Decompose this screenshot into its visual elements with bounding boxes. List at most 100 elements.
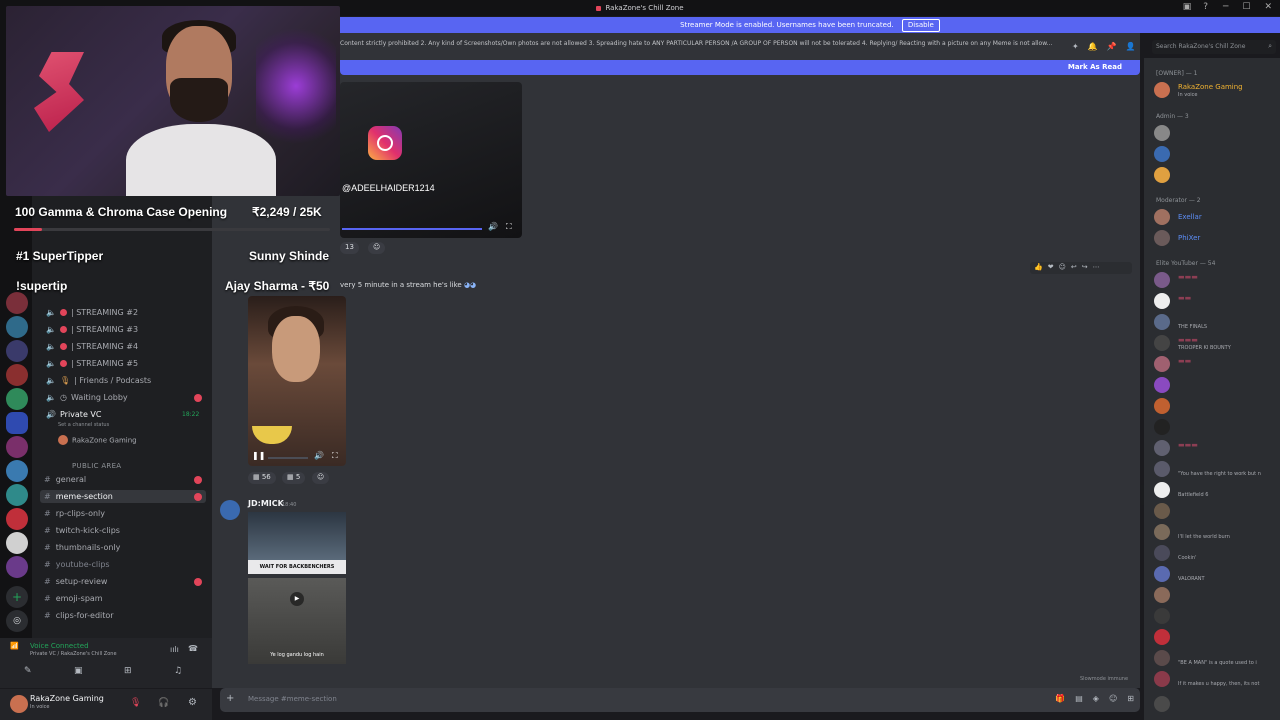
voice-channel[interactable]: 🔈 ◷ Waiting Lobby bbox=[46, 393, 128, 402]
channel-general[interactable]: # general bbox=[44, 475, 86, 484]
fullscreen-icon[interactable]: ⛶ bbox=[332, 451, 338, 461]
member-item[interactable] bbox=[1154, 398, 1278, 416]
voice-connected-subtitle[interactable]: Private VC / RakaZone's Chill Zone bbox=[30, 651, 117, 657]
disable-streamer-mode-button[interactable]: Disable bbox=[901, 19, 940, 32]
member-item[interactable]: ▬▬▬ TROOPER KI BOUNTY bbox=[1154, 335, 1278, 353]
member-item[interactable] bbox=[1154, 503, 1278, 521]
message-author[interactable]: JD:MICK bbox=[248, 499, 284, 508]
signal-icon[interactable]: 📶 bbox=[10, 642, 19, 650]
member-item[interactable]: ▬▬ bbox=[1154, 293, 1278, 311]
voice-member[interactable]: RakaZone Gaming bbox=[58, 435, 137, 445]
member-item[interactable]: PhiXer bbox=[1154, 230, 1278, 248]
voice-channel[interactable]: 🔈 | STREAMING #5 bbox=[46, 359, 138, 368]
server-icon[interactable] bbox=[6, 316, 28, 338]
gif-icon[interactable]: ▤ bbox=[1075, 694, 1083, 703]
video-embed[interactable]: @ADEELHAIDER1214 🔊 ⛶ bbox=[340, 82, 522, 238]
server-icon[interactable] bbox=[6, 364, 28, 386]
avatar[interactable] bbox=[220, 500, 240, 520]
help-icon[interactable]: ? bbox=[1203, 2, 1208, 12]
channel-status[interactable]: Set a channel status bbox=[58, 422, 109, 428]
deafen-icon[interactable]: 🎧 bbox=[158, 698, 169, 708]
member-item[interactable]: THE FINALS bbox=[1154, 314, 1278, 332]
forward-icon[interactable]: ↪ bbox=[1082, 263, 1088, 273]
server-icon[interactable] bbox=[6, 340, 28, 362]
minimize-icon[interactable]: ─ bbox=[1223, 2, 1228, 12]
activities-icon[interactable]: ⊞ bbox=[124, 666, 132, 676]
search-input[interactable]: Search RakaZone's Chill Zone ⌕ bbox=[1152, 40, 1276, 54]
channel-thumbnails-only[interactable]: # thumbnails-only bbox=[44, 543, 120, 552]
channel-topic[interactable]: Content strictly prohibited 2. Any kind … bbox=[340, 40, 1068, 52]
voice-channel[interactable]: 🔈 | STREAMING #3 bbox=[46, 325, 138, 334]
channel-setup-review[interactable]: # setup-review bbox=[44, 577, 107, 586]
camera-icon[interactable]: ✎ bbox=[24, 666, 32, 676]
gift-icon[interactable]: 🎁 bbox=[1055, 694, 1065, 703]
member-item[interactable]: RakaZone Gaming In voice bbox=[1154, 82, 1278, 100]
member-item[interactable] bbox=[1154, 608, 1278, 626]
discover-icon[interactable]: ◎ bbox=[6, 610, 28, 632]
channel-youtube-clips[interactable]: # youtube-clips bbox=[44, 560, 110, 569]
category-public-area[interactable]: PUBLIC AREA bbox=[72, 462, 121, 470]
video-embed[interactable]: ❚❚ 🔊 ⛶ bbox=[248, 296, 346, 466]
close-icon[interactable]: ✕ bbox=[1264, 2, 1272, 12]
mute-icon[interactable]: 🎙 bbox=[130, 698, 141, 708]
notification-bell-icon[interactable]: 🔔 bbox=[1088, 42, 1098, 51]
member-item[interactable]: Battlefield 6 bbox=[1154, 482, 1278, 500]
voice-channel[interactable]: 🔈 🎙 | Friends / Podcasts bbox=[46, 376, 151, 385]
inbox-icon[interactable]: ▣ bbox=[1183, 2, 1192, 12]
member-item[interactable] bbox=[1154, 587, 1278, 605]
server-icon[interactable] bbox=[6, 412, 28, 434]
member-list-icon[interactable]: 👤 bbox=[1126, 42, 1136, 51]
volume-icon[interactable]: 🔊 bbox=[314, 451, 324, 460]
member-item[interactable]: ▬▬ bbox=[1154, 356, 1278, 374]
server-icon[interactable] bbox=[6, 292, 28, 314]
member-item[interactable]: I'll let the world burn bbox=[1154, 524, 1278, 542]
heart-icon[interactable]: ❤ bbox=[1048, 263, 1054, 273]
username[interactable]: RakaZone Gaming bbox=[30, 694, 104, 703]
screen-share-icon[interactable]: ▣ bbox=[74, 666, 83, 676]
noise-suppression-icon[interactable]: ıılı bbox=[170, 645, 179, 654]
member-item[interactable]: Cookin' bbox=[1154, 545, 1278, 563]
channel-emoji-spam[interactable]: # emoji-spam bbox=[44, 594, 103, 603]
play-icon[interactable]: ▶ bbox=[290, 592, 304, 606]
more-icon[interactable]: ⋯ bbox=[1093, 263, 1100, 273]
message-input[interactable]: Message #meme-section bbox=[248, 695, 337, 703]
member-item[interactable] bbox=[1154, 125, 1278, 143]
emoji-icon[interactable]: ☺ bbox=[1059, 263, 1066, 273]
member-item[interactable] bbox=[1154, 696, 1278, 714]
voice-channel[interactable]: 🔈 | STREAMING #2 bbox=[46, 308, 138, 317]
member-item[interactable] bbox=[1154, 167, 1278, 185]
server-icon[interactable] bbox=[6, 388, 28, 410]
server-icon[interactable] bbox=[6, 484, 28, 506]
member-item[interactable] bbox=[1154, 377, 1278, 395]
member-item[interactable] bbox=[1154, 146, 1278, 164]
member-item[interactable]: "You have the right to work but n bbox=[1154, 461, 1278, 479]
channel-twitch-kick-clips[interactable]: # twitch-kick-clips bbox=[44, 526, 120, 535]
disconnect-icon[interactable]: ☎ bbox=[188, 644, 198, 653]
add-reaction-icon[interactable]: ☺ bbox=[368, 242, 386, 254]
add-server-icon[interactable]: + bbox=[6, 586, 28, 608]
server-icon[interactable] bbox=[6, 460, 28, 482]
server-icon[interactable] bbox=[6, 556, 28, 578]
reaction[interactable]: ▦ 56 bbox=[248, 472, 276, 484]
server-icon[interactable] bbox=[6, 532, 28, 554]
member-item[interactable]: "BE A MAN" is a quote used to i bbox=[1154, 650, 1278, 668]
pinned-icon[interactable]: 📌 bbox=[1107, 42, 1117, 51]
member-item[interactable]: VALORANT bbox=[1154, 566, 1278, 584]
member-item[interactable]: ▬▬▬ bbox=[1154, 440, 1278, 458]
member-item[interactable]: ▬▬▬ bbox=[1154, 272, 1278, 290]
pause-icon[interactable]: ❚❚ bbox=[252, 451, 265, 460]
maximize-icon[interactable]: ☐ bbox=[1242, 2, 1250, 12]
thumbs-up-icon[interactable]: 👍 bbox=[1034, 263, 1043, 273]
member-item[interactable] bbox=[1154, 629, 1278, 647]
channel-rp-clips-only[interactable]: # rp-clips-only bbox=[44, 509, 105, 518]
video-progress[interactable] bbox=[268, 457, 308, 459]
message-composer[interactable]: + Message #meme-section 🎁 ▤ ◈ ☺ ⊞ bbox=[220, 688, 1140, 712]
server-icon[interactable] bbox=[6, 508, 28, 530]
settings-gear-icon[interactable]: ⚙ bbox=[188, 697, 197, 708]
member-item[interactable] bbox=[1154, 419, 1278, 437]
meme-image[interactable]: WAIT FOR BACKBENCHERS bbox=[248, 512, 346, 574]
add-reaction-icon[interactable]: ☺ bbox=[312, 472, 330, 484]
reaction[interactable]: ▦ 5 bbox=[282, 472, 306, 484]
emoji-icon[interactable]: ☺ bbox=[1109, 694, 1117, 703]
reply-icon[interactable]: ↩ bbox=[1071, 263, 1077, 273]
